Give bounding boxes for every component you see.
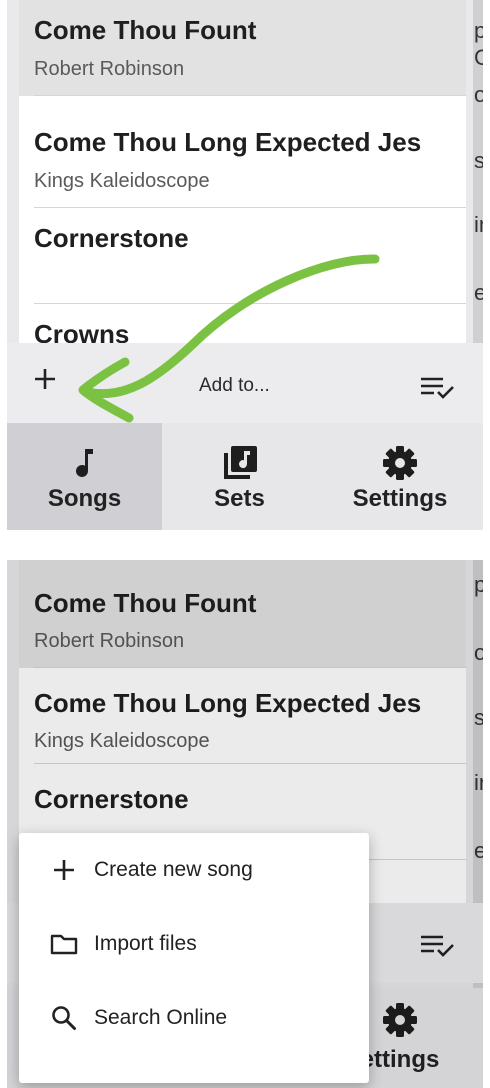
search-icon bbox=[52, 1006, 76, 1030]
annotation-arrow bbox=[78, 254, 380, 423]
menu-item-import-files[interactable]: Import files bbox=[19, 907, 369, 981]
add-song-menu: Create new song Import files Search Onli… bbox=[19, 833, 369, 1083]
folder-icon bbox=[50, 934, 78, 955]
menu-item-label: Create new song bbox=[94, 858, 253, 881]
menu-item-label: Import files bbox=[94, 932, 197, 955]
menu-item-label: Search Online bbox=[94, 1006, 228, 1029]
menu-item-create-new-song[interactable]: Create new song bbox=[19, 833, 369, 907]
screen-before: pp C o so in es se 3 ra Come Thou Fount … bbox=[7, 0, 483, 530]
menu-item-search-online[interactable]: Search Online bbox=[19, 981, 369, 1055]
plus-icon bbox=[54, 860, 74, 880]
screen-after: pp o so in es so r Come Thou Fount Rober… bbox=[7, 560, 483, 1088]
